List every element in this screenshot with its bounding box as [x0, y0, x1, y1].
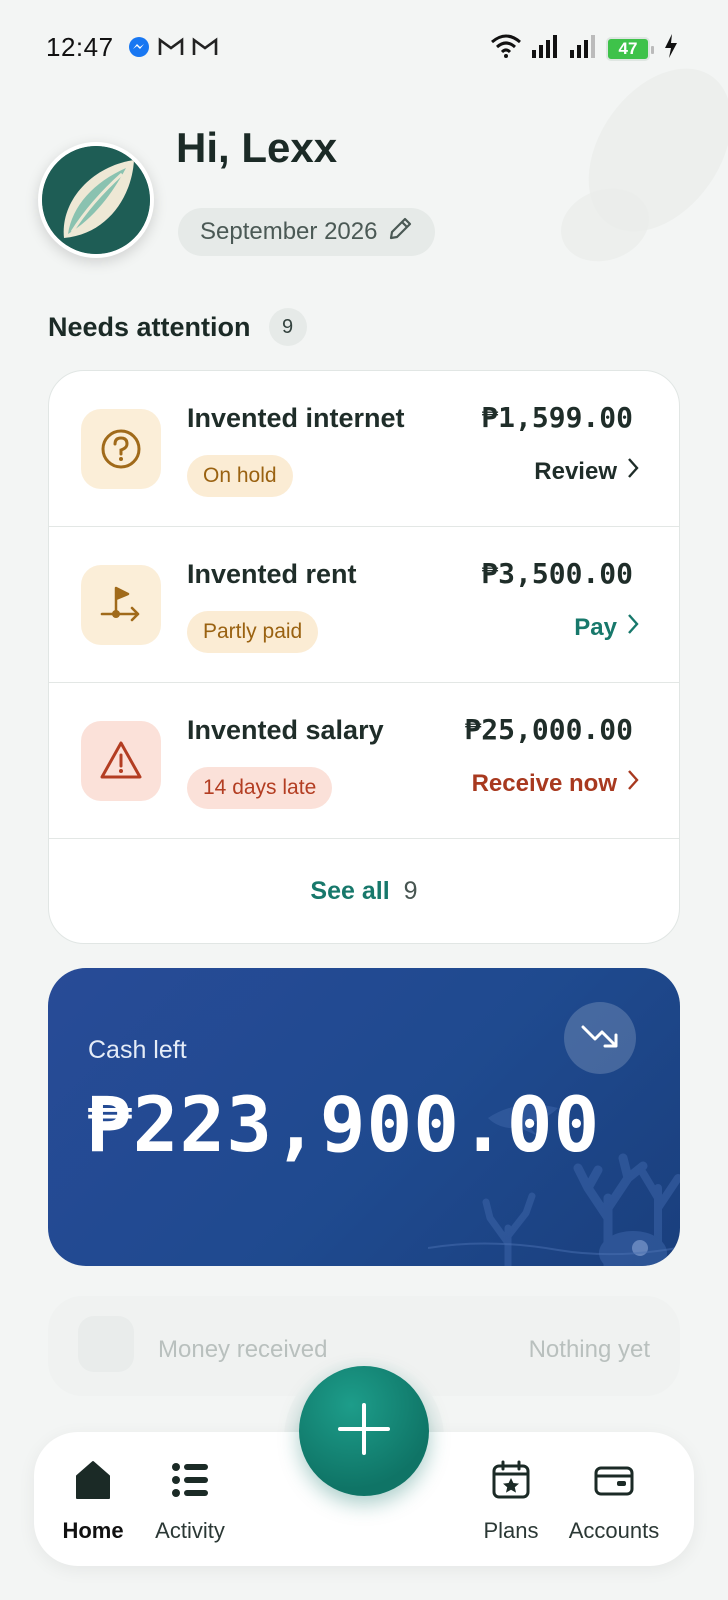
warning-icon [81, 721, 161, 801]
signal-icon [568, 34, 598, 63]
status-badge: 14 days late [187, 767, 333, 809]
status-badge: Partly paid [187, 611, 319, 653]
needs-attention-card: Invented internet On hold ₱1,599.00 Revi… [48, 370, 680, 944]
messenger-icon [128, 36, 150, 63]
charging-icon [664, 34, 678, 63]
section-title: Needs attention [48, 311, 251, 342]
item-amount: ₱3,500.00 [481, 557, 633, 590]
question-icon [81, 409, 161, 489]
pencil-icon [387, 216, 413, 249]
review-button[interactable]: Review [534, 457, 639, 486]
nav-activity[interactable]: Activity [150, 1460, 230, 1544]
home-icon [74, 1460, 112, 1506]
nav-plans[interactable]: Plans [476, 1460, 546, 1544]
flag-route-icon [81, 565, 161, 645]
receive-now-button[interactable]: Receive now [472, 769, 639, 798]
cash-left-card[interactable]: Cash left ₱223,900.00 [48, 968, 680, 1266]
item-name: Invented rent [187, 559, 357, 589]
cash-left-label: Cash left [88, 1036, 187, 1064]
signal-icon [530, 34, 560, 63]
see-all-button[interactable]: See all 9 [49, 839, 679, 943]
attention-item-internet[interactable]: Invented internet On hold ₱1,599.00 Revi… [49, 371, 679, 527]
status-bar: 12:47 47 [0, 0, 728, 96]
battery-level: 47 [618, 38, 638, 58]
chevron-right-icon [627, 613, 639, 642]
calendar-star-icon [491, 1460, 531, 1506]
chevron-right-icon [627, 769, 639, 798]
item-amount: ₱1,599.00 [481, 401, 633, 434]
month-selector[interactable]: September 2026 [178, 208, 436, 256]
attention-count-badge: 9 [268, 308, 307, 346]
nav-home-label: Home [62, 1518, 124, 1543]
pay-button[interactable]: Pay [574, 613, 639, 642]
gmail-icon [192, 37, 218, 62]
nav-accounts[interactable]: Accounts [564, 1460, 664, 1544]
battery-icon: 47 [606, 36, 654, 61]
nav-accounts-label: Accounts [568, 1518, 660, 1543]
money-received-label: Money received [158, 1336, 328, 1363]
see-all-label: See all [310, 876, 390, 905]
trend-down-icon [581, 1021, 619, 1056]
wallet-icon [593, 1460, 635, 1506]
action-label: Review [534, 457, 617, 485]
action-label: Pay [574, 613, 617, 641]
add-button[interactable] [299, 1366, 429, 1496]
list-icon [170, 1460, 210, 1506]
status-badge: On hold [187, 455, 293, 497]
see-all-count: 9 [403, 876, 418, 905]
greeting-title: Hi, Lexx [176, 124, 338, 171]
needs-attention-heading: Needs attention 9 [48, 308, 307, 346]
item-amount: ₱25,000.00 [464, 713, 633, 746]
trend-down-button[interactable] [564, 1002, 636, 1074]
item-name: Invented salary [187, 715, 384, 745]
chevron-right-icon [627, 457, 639, 486]
nav-activity-label: Activity [155, 1518, 225, 1543]
status-right-icons: 47 [490, 34, 678, 63]
gmail-icon [158, 37, 184, 62]
notification-icons [128, 36, 218, 63]
attention-item-rent[interactable]: Invented rent Partly paid ₱3,500.00 Pay [49, 527, 679, 683]
money-received-value: Nothing yet [528, 1336, 650, 1363]
month-label: September 2026 [200, 218, 378, 245]
nav-home[interactable]: Home [60, 1460, 126, 1544]
status-time: 12:47 [46, 32, 114, 62]
plus-icon [336, 1401, 392, 1462]
action-label: Receive now [471, 769, 617, 797]
coins-icon [78, 1316, 134, 1372]
item-name: Invented internet [187, 403, 405, 433]
attention-item-salary[interactable]: Invented salary 14 days late ₱25,000.00 … [49, 683, 679, 839]
nav-plans-label: Plans [483, 1518, 539, 1543]
cash-left-amount: ₱223,900.00 [86, 1080, 601, 1169]
avatar[interactable] [38, 142, 154, 258]
wifi-icon [490, 34, 522, 63]
